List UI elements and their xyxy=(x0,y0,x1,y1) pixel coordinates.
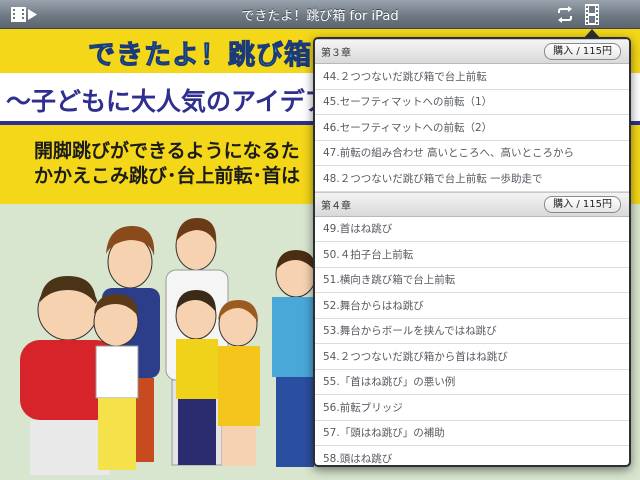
chapter-menu: 第３章 購入 / 115円 44.２つつないだ跳び箱で台上前転 45.セーフティ… xyxy=(313,37,631,467)
list-item[interactable]: 55.「首はね跳び」の悪い例 xyxy=(315,370,629,395)
video-menu-icon[interactable] xyxy=(10,5,38,24)
list-item[interactable]: 58.頭はね跳び xyxy=(315,446,629,465)
cover-headline: できたよ！跳び箱 xyxy=(88,40,312,72)
film-strip-icon[interactable] xyxy=(585,4,599,25)
list-item[interactable]: 52.舞台からはね跳び xyxy=(315,293,629,319)
list-item[interactable]: 47.前転の組み合わせ 高いところへ、高いところから xyxy=(315,141,629,166)
list-item[interactable]: 57.「頭はね跳び」の補助 xyxy=(315,421,629,446)
cover-text-line-1: 開脚跳びができるようになるた xyxy=(34,140,300,162)
section-title: 第４章 xyxy=(321,200,351,212)
list-item[interactable]: 50.４拍子台上前転 xyxy=(315,242,629,268)
app-title: できたよ！跳び箱 for iPad xyxy=(241,8,399,24)
section-header-chapter-4: 第４章 購入 / 115円 xyxy=(315,191,629,217)
boy-glasses xyxy=(175,290,218,465)
buy-button-chapter-3[interactable]: 購入 / 115円 xyxy=(544,43,621,60)
cover-text-line-2: かかえこみ跳び･台上前転･首は xyxy=(34,165,301,187)
list-item[interactable]: 45.セーフティマットへの前転（1） xyxy=(315,90,629,115)
list-item[interactable]: 49.首はね跳び xyxy=(315,217,629,242)
list-item[interactable]: 51.横向き跳び箱で台上前転 xyxy=(315,268,629,293)
list-item[interactable]: 48.２つつないだ跳び箱で台上前転 一歩助走で xyxy=(315,166,629,192)
list-item[interactable]: 53.舞台からボールを挟んではね跳び xyxy=(315,319,629,344)
list-item[interactable]: 54.２つつないだ跳び箱から首はね跳び xyxy=(315,344,629,370)
cover-subhead: ～子どもに大人気のアイデア技 xyxy=(6,87,355,116)
girl-figure xyxy=(218,300,260,466)
section-header-chapter-3: 第３章 購入 / 115円 xyxy=(315,39,629,64)
list-item[interactable]: 44.２つつないだ跳び箱で台上前転 xyxy=(315,64,629,90)
list-item[interactable]: 46.セーフティマットへの前転（2） xyxy=(315,115,629,141)
boy-yellow-pants xyxy=(93,294,139,470)
boy-blue-shirt xyxy=(272,250,317,467)
list-item[interactable]: 56.前転ブリッジ xyxy=(315,395,629,421)
buy-button-chapter-4[interactable]: 購入 / 115円 xyxy=(544,195,621,213)
repeat-icon[interactable] xyxy=(556,6,574,23)
section-title: 第３章 xyxy=(321,48,351,59)
top-bar: できたよ！跳び箱 for iPad xyxy=(0,0,640,29)
